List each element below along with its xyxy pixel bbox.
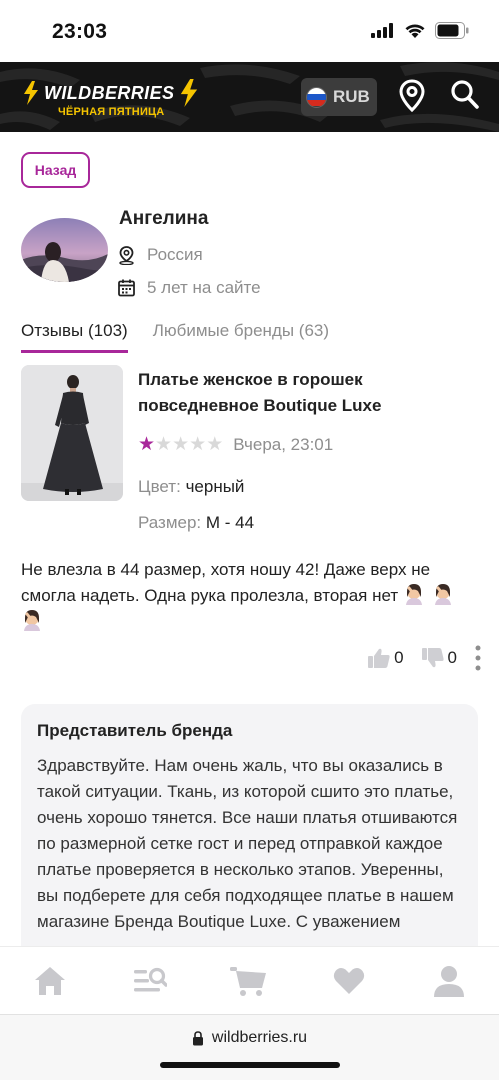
profile-icon bbox=[434, 965, 465, 997]
logo-subtitle: ЧЁРНАЯ ПЯТНИЦА bbox=[58, 106, 165, 118]
facepalm-emoji-icon bbox=[21, 609, 43, 631]
product-size: Размер: M - 44 bbox=[138, 513, 254, 533]
avatar bbox=[21, 218, 108, 282]
user-membership: 5 лет на сайте bbox=[147, 278, 261, 297]
review-date: Вчера, 23:01 bbox=[233, 435, 334, 454]
rating-row: ★★★★★ Вчера, 23:01 bbox=[138, 435, 333, 455]
product-color: Цвет: черный bbox=[138, 477, 244, 497]
cart-icon bbox=[230, 966, 267, 996]
review-body: Не влезла в 44 размер, хотя ношу 42! Даж… bbox=[21, 560, 431, 605]
user-country: Россия bbox=[147, 245, 203, 264]
product-image[interactable] bbox=[21, 365, 123, 501]
tab-reviews[interactable]: Отзывы (103) bbox=[21, 321, 128, 353]
star-empty-icon: ★ bbox=[206, 434, 224, 455]
calendar-icon bbox=[118, 279, 135, 297]
status-icons bbox=[371, 22, 469, 39]
wildberries-logo[interactable]: WILDBERRIES ЧЁРНАЯ ПЯТНИЦА bbox=[22, 79, 200, 118]
product-title[interactable]: Платье женское в горошек повседневное Bo… bbox=[138, 367, 438, 419]
star-filled-icon: ★ bbox=[138, 434, 156, 455]
size-label: Размер: bbox=[138, 513, 202, 532]
review-text: Не влезла в 44 размер, хотя ношу 42! Даж… bbox=[21, 557, 481, 635]
membership-row: 5 лет на сайте bbox=[118, 278, 261, 298]
back-button[interactable]: Назад bbox=[21, 152, 90, 188]
catalog-search-icon bbox=[133, 967, 167, 991]
logo-title: WILDBERRIES bbox=[44, 82, 175, 103]
review-reactions: 0 0 bbox=[368, 645, 481, 671]
lightning-icon bbox=[181, 79, 198, 107]
facepalm-emoji-icon bbox=[432, 583, 454, 605]
wifi-icon bbox=[405, 23, 425, 38]
battery-icon bbox=[435, 22, 469, 39]
star-empty-icon: ★ bbox=[155, 434, 173, 455]
nav-catalog[interactable] bbox=[125, 966, 175, 996]
search-icon[interactable] bbox=[450, 79, 480, 111]
home-icon bbox=[34, 966, 65, 995]
nav-home[interactable] bbox=[25, 966, 75, 996]
tab-favorite-brands[interactable]: Любимые бренды (63) bbox=[153, 321, 329, 353]
signal-icon bbox=[371, 23, 393, 38]
location-pin-icon bbox=[119, 245, 134, 265]
status-bar: 23:03 bbox=[0, 0, 499, 62]
russia-flag-icon bbox=[306, 86, 327, 108]
location-icon[interactable] bbox=[398, 79, 426, 113]
lightning-icon bbox=[24, 81, 38, 105]
size-value: M - 44 bbox=[205, 513, 255, 532]
star-empty-icon: ★ bbox=[172, 434, 190, 455]
star-empty-icon: ★ bbox=[189, 434, 207, 455]
like-button[interactable]: 0 bbox=[368, 648, 404, 668]
country-row: Россия bbox=[118, 245, 203, 265]
brand-reply-text: Здравствуйте. Нам очень жаль, что вы ока… bbox=[37, 756, 458, 931]
address-field[interactable]: wildberries.ru bbox=[0, 1029, 499, 1047]
color-label: Цвет: bbox=[138, 477, 181, 496]
dislike-count: 0 bbox=[447, 648, 457, 667]
home-indicator bbox=[160, 1062, 340, 1068]
currency-label: RUB bbox=[333, 87, 370, 106]
user-name: Ангелина bbox=[119, 208, 209, 229]
like-count: 0 bbox=[394, 648, 404, 667]
facepalm-emoji-icon bbox=[403, 583, 425, 605]
browser-url-bar: wildberries.ru bbox=[0, 1014, 499, 1080]
site-header: WILDBERRIES ЧЁРНАЯ ПЯТНИЦА RUB bbox=[0, 62, 499, 132]
url-domain: wildberries.ru bbox=[211, 1029, 308, 1046]
nav-favorites[interactable] bbox=[324, 967, 374, 995]
color-value: черный bbox=[185, 477, 245, 496]
nav-cart[interactable] bbox=[224, 965, 274, 997]
bottom-navigation bbox=[0, 946, 499, 1014]
star-rating: ★★★★★ bbox=[138, 435, 223, 455]
thumbs-up-icon bbox=[368, 648, 390, 668]
dislike-button[interactable]: 0 bbox=[421, 648, 457, 668]
more-options-icon[interactable] bbox=[475, 645, 481, 671]
thumbs-down-icon bbox=[421, 648, 444, 668]
currency-button[interactable]: RUB bbox=[301, 78, 377, 116]
lock-icon bbox=[192, 1030, 203, 1045]
heart-icon bbox=[334, 967, 365, 994]
status-time: 23:03 bbox=[52, 20, 108, 43]
profile-tabs: Отзывы (103) Любимые бренды (63) bbox=[21, 321, 329, 353]
brand-reply-title: Представитель бренда bbox=[37, 721, 233, 740]
nav-profile[interactable] bbox=[424, 965, 474, 997]
